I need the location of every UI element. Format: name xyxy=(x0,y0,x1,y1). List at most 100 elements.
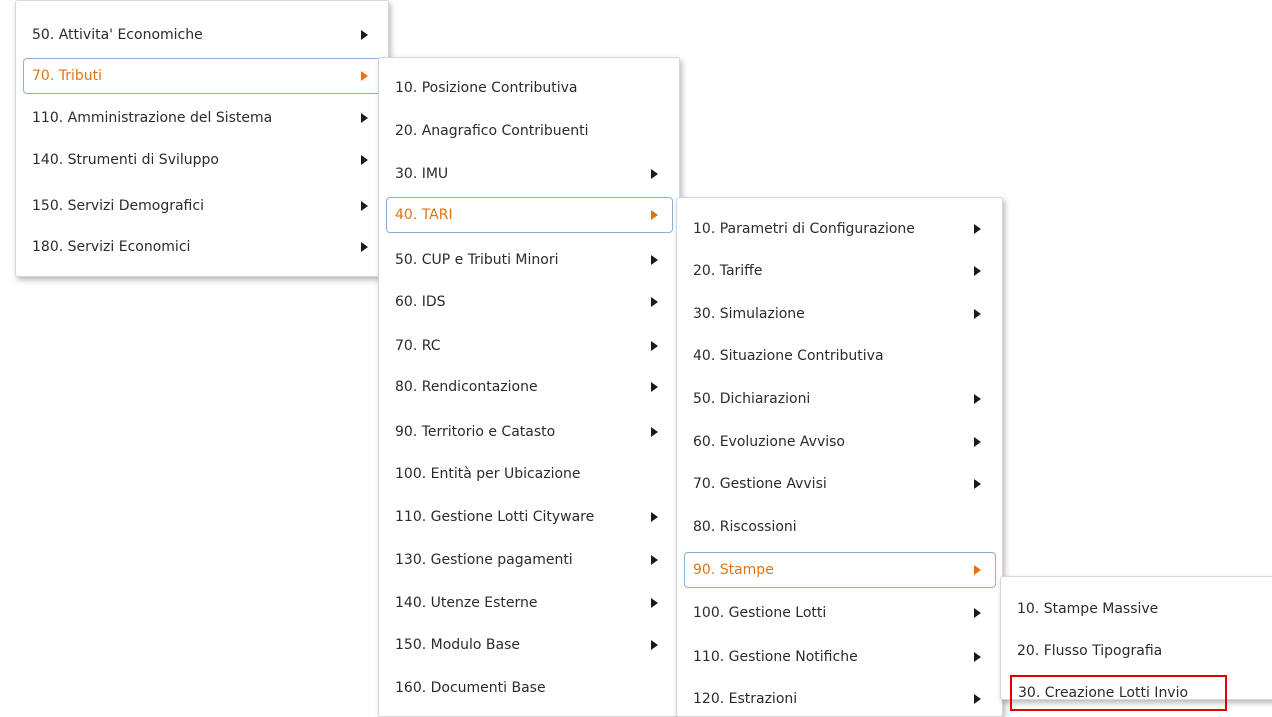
submenu-arrow-icon xyxy=(974,652,981,662)
menu-item-gestione-lotti[interactable]: 100. Gestione Lotti xyxy=(684,595,996,631)
submenu-arrow-icon xyxy=(974,309,981,319)
submenu-arrow-icon xyxy=(651,555,658,565)
menu-item-label: 120. Estrazioni xyxy=(693,691,798,707)
menu-item-label: 50. Dichiarazioni xyxy=(693,391,811,407)
menu-item-tariffe[interactable]: 20. Tariffe xyxy=(684,253,996,289)
menu-item-rendicontazione[interactable]: 80. Rendicontazione xyxy=(386,369,673,405)
menu-item-label: 50. CUP e Tributi Minori xyxy=(395,252,559,268)
submenu-arrow-icon xyxy=(974,694,981,704)
menu-item-label: 30. Creazione Lotti Invio xyxy=(1018,685,1189,701)
menu-level2: 10. Posizione Contributiva 20. Anagrafic… xyxy=(378,57,680,717)
menu-item-label: 160. Documenti Base xyxy=(395,680,546,696)
menu-item-riscossioni[interactable]: 80. Riscossioni xyxy=(684,509,996,545)
menu-item-gestione-avvisi[interactable]: 70. Gestione Avvisi xyxy=(684,466,996,502)
menu-level4: 10. Stampe Massive 20. Flusso Tipografia… xyxy=(1000,576,1272,711)
menu-item-documenti-base[interactable]: 160. Documenti Base xyxy=(386,670,673,706)
menu-item-creazione-lotti-invio[interactable]: 30. Creazione Lotti Invio xyxy=(1010,675,1227,711)
submenu-arrow-icon xyxy=(361,71,368,81)
menu-item-modulo-base[interactable]: 150. Modulo Base xyxy=(386,627,673,663)
menu-item-flusso-tipografia[interactable]: 20. Flusso Tipografia xyxy=(1008,633,1248,669)
submenu-arrow-icon xyxy=(651,169,658,179)
submenu-arrow-icon xyxy=(361,113,368,123)
menu-item-label: 20. Anagrafico Contribuenti xyxy=(395,123,589,139)
submenu-arrow-icon xyxy=(974,608,981,618)
menu-item-label: 90. Territorio e Catasto xyxy=(395,424,556,440)
submenu-arrow-icon xyxy=(651,341,658,351)
menu-item-label: 70. Gestione Avvisi xyxy=(693,476,827,492)
submenu-arrow-icon xyxy=(974,479,981,489)
menu-item-label: 90. Stampe xyxy=(693,562,774,578)
menu-item-label: 60. IDS xyxy=(395,294,446,310)
menu-item-label: 20. Flusso Tipografia xyxy=(1017,643,1163,659)
menu-item-label: 80. Rendicontazione xyxy=(395,379,538,395)
menu-item-gestione-lotti-cityware[interactable]: 110. Gestione Lotti Cityware xyxy=(386,499,673,535)
menu-item-servizi-economici[interactable]: 180. Servizi Economici xyxy=(23,229,383,265)
menu-level3: 10. Parametri di Configurazione 20. Tari… xyxy=(676,197,1003,717)
submenu-arrow-icon xyxy=(974,565,981,575)
submenu-arrow-icon xyxy=(651,640,658,650)
submenu-arrow-icon xyxy=(651,297,658,307)
submenu-arrow-icon xyxy=(651,512,658,522)
menu-level1: 50. Attivita' Economiche 70. Tributi 110… xyxy=(15,0,389,277)
menu-item-posizione-contributiva[interactable]: 10. Posizione Contributiva xyxy=(386,70,673,106)
menu-item-label: 40. TARI xyxy=(395,207,453,223)
menu-item-label: 70. Tributi xyxy=(32,68,102,84)
menu-item-entita-ubicazione[interactable]: 100. Entità per Ubicazione xyxy=(386,456,673,492)
menu-item-label: 30. IMU xyxy=(395,166,449,182)
menu-item-parametri-configurazione[interactable]: 10. Parametri di Configurazione xyxy=(684,211,996,247)
menu-item-ids[interactable]: 60. IDS xyxy=(386,284,673,320)
menu-item-gestione-pagamenti[interactable]: 130. Gestione pagamenti xyxy=(386,542,673,578)
menu-item-dichiarazioni[interactable]: 50. Dichiarazioni xyxy=(684,381,996,417)
menu-item-label: 110. Gestione Lotti Cityware xyxy=(395,509,595,525)
submenu-arrow-icon xyxy=(974,437,981,447)
menu-item-label: 140. Utenze Esterne xyxy=(395,595,538,611)
menu-item-tari[interactable]: 40. TARI xyxy=(386,197,673,233)
menu-item-label: 100. Entità per Ubicazione xyxy=(395,466,581,482)
menu-item-stampe[interactable]: 90. Stampe xyxy=(684,552,996,588)
menu-item-label: 10. Posizione Contributiva xyxy=(395,80,578,96)
submenu-arrow-icon xyxy=(361,242,368,252)
menu-item-simulazione[interactable]: 30. Simulazione xyxy=(684,296,996,332)
menu-item-imu[interactable]: 30. IMU xyxy=(386,156,673,192)
submenu-arrow-icon xyxy=(974,224,981,234)
menu-item-label: 150. Modulo Base xyxy=(395,637,521,653)
submenu-arrow-icon xyxy=(651,427,658,437)
menu-item-label: 10. Parametri di Configurazione xyxy=(693,221,915,237)
menu-item-label: 110. Amministrazione del Sistema xyxy=(32,110,273,126)
submenu-arrow-icon xyxy=(361,30,368,40)
submenu-arrow-icon xyxy=(361,155,368,165)
menu-item-attivita-economiche[interactable]: 50. Attivita' Economiche xyxy=(23,17,383,53)
submenu-arrow-icon xyxy=(651,210,658,220)
submenu-arrow-icon xyxy=(361,201,368,211)
menu-item-anagrafico-contribuenti[interactable]: 20. Anagrafico Contribuenti xyxy=(386,113,673,149)
menu-item-label: 70. RC xyxy=(395,338,441,354)
menu-item-tributi[interactable]: 70. Tributi xyxy=(23,58,383,94)
menu-item-gestione-notifiche[interactable]: 110. Gestione Notifiche xyxy=(684,639,996,675)
menu-item-label: 130. Gestione pagamenti xyxy=(395,552,573,568)
submenu-arrow-icon xyxy=(974,394,981,404)
menu-item-label: 30. Simulazione xyxy=(693,306,805,322)
menu-item-label: 40. Situazione Contributiva xyxy=(693,348,884,364)
menu-item-cup-tributi-minori[interactable]: 50. CUP e Tributi Minori xyxy=(386,242,673,278)
menu-item-label: 100. Gestione Lotti xyxy=(693,605,827,621)
menu-item-estrazioni[interactable]: 120. Estrazioni xyxy=(684,681,996,717)
menu-item-territorio-catasto[interactable]: 90. Territorio e Catasto xyxy=(386,414,673,450)
menu-item-strumenti-sviluppo[interactable]: 140. Strumenti di Sviluppo xyxy=(23,142,383,178)
menu-item-label: 80. Riscossioni xyxy=(693,519,797,535)
menu-item-label: 150. Servizi Demografici xyxy=(32,198,204,214)
menu-item-label: 60. Evoluzione Avviso xyxy=(693,434,845,450)
submenu-arrow-icon xyxy=(974,266,981,276)
menu-item-rc[interactable]: 70. RC xyxy=(386,328,673,364)
menu-item-situazione-contributiva[interactable]: 40. Situazione Contributiva xyxy=(684,338,996,374)
menu-item-label: 10. Stampe Massive xyxy=(1017,601,1159,617)
menu-item-label: 140. Strumenti di Sviluppo xyxy=(32,152,219,168)
menu-item-label: 180. Servizi Economici xyxy=(32,239,191,255)
menu-item-utenze-esterne[interactable]: 140. Utenze Esterne xyxy=(386,585,673,621)
menu-item-label: 50. Attivita' Economiche xyxy=(32,27,203,43)
menu-item-servizi-demografici[interactable]: 150. Servizi Demografici xyxy=(23,188,383,224)
menu-item-amministrazione-sistema[interactable]: 110. Amministrazione del Sistema xyxy=(23,100,383,136)
submenu-arrow-icon xyxy=(651,255,658,265)
menu-item-stampe-massive[interactable]: 10. Stampe Massive xyxy=(1008,591,1248,627)
submenu-arrow-icon xyxy=(651,382,658,392)
menu-item-evoluzione-avviso[interactable]: 60. Evoluzione Avviso xyxy=(684,424,996,460)
